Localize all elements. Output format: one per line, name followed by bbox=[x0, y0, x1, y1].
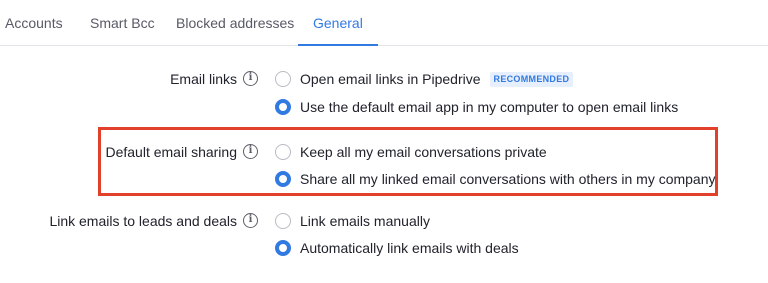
settings-page: Accounts Smart Bcc Blocked addresses Gen… bbox=[0, 0, 768, 283]
setting-label: Email links bbox=[170, 71, 237, 87]
radio-option-open-in-pipedrive[interactable]: Open email links in Pipedrive RECOMMENDE… bbox=[275, 70, 574, 88]
settings-tabs: Accounts Smart Bcc Blocked addresses Gen… bbox=[0, 0, 768, 46]
radio-unchecked-icon[interactable] bbox=[275, 213, 291, 229]
tab-blocked-addresses[interactable]: Blocked addresses bbox=[176, 15, 294, 46]
option-label: Automatically link emails with deals bbox=[300, 240, 519, 256]
tab-general[interactable]: General bbox=[298, 15, 378, 46]
setting-label: Link emails to leads and deals bbox=[49, 213, 237, 229]
tab-smart-bcc[interactable]: Smart Bcc bbox=[90, 15, 155, 46]
option-label: Use the default email app in my computer… bbox=[300, 99, 679, 115]
radio-checked-icon[interactable] bbox=[275, 99, 291, 115]
info-icon[interactable]: i bbox=[243, 71, 258, 86]
highlight-box bbox=[98, 127, 718, 196]
radio-option-auto-link-deals[interactable]: Automatically link emails with deals bbox=[275, 239, 519, 257]
recommended-badge: RECOMMENDED bbox=[489, 71, 574, 87]
option-label: Link emails manually bbox=[300, 213, 430, 229]
radio-option-default-email-app[interactable]: Use the default email app in my computer… bbox=[275, 98, 678, 116]
tab-accounts[interactable]: Accounts bbox=[5, 15, 63, 46]
info-icon[interactable]: i bbox=[243, 213, 258, 228]
radio-checked-icon[interactable] bbox=[275, 240, 291, 256]
option-label: Open email links in Pipedrive bbox=[300, 71, 481, 87]
radio-unchecked-icon[interactable] bbox=[275, 71, 291, 87]
radio-option-link-manually[interactable]: Link emails manually bbox=[275, 212, 430, 230]
